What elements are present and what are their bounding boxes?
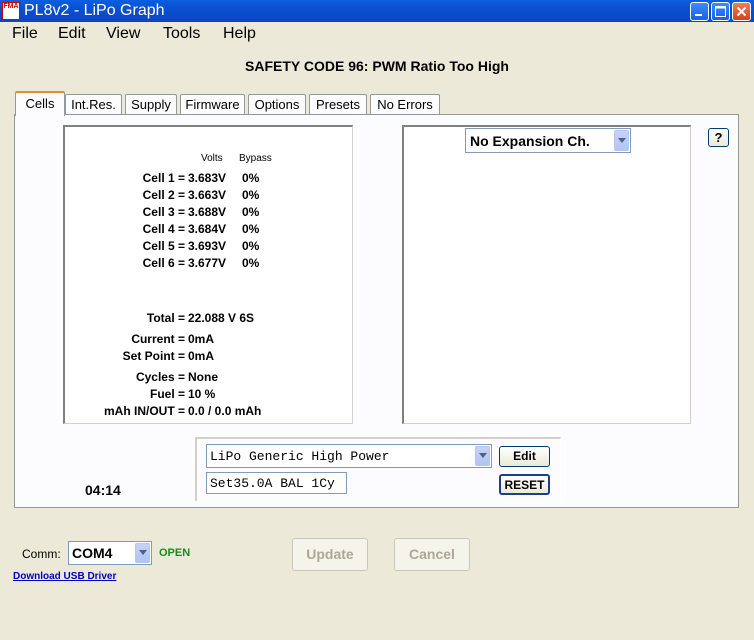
cell-1-label: Cell 1 = (142, 171, 185, 185)
cell-5-label: Cell 5 = (142, 239, 185, 253)
cycles-value: None (188, 370, 218, 384)
comm-port-select[interactable]: COM4 (68, 541, 152, 565)
cell-2-voltage: 3.663V (188, 188, 227, 202)
menu-file[interactable]: File (12, 25, 38, 43)
update-button[interactable]: Update (292, 538, 368, 571)
window-title: PL8v2 - LiPo Graph (24, 2, 165, 19)
menu-help[interactable]: Help (223, 25, 256, 43)
bypass-header: Bypass (239, 153, 272, 164)
edit-preset-button[interactable]: Edit (499, 446, 550, 467)
cells-panel: Volts Bypass Cell 1 = 3.683V 0% Cell 2 =… (63, 125, 353, 424)
cell-2-bypass: 0% (242, 188, 260, 202)
tab-firmware[interactable]: Firmware (180, 94, 245, 114)
set-point-value: 0mA (188, 349, 215, 363)
mah-value: 0.0 / 0.0 mAh (188, 404, 262, 418)
mah-label: mAh IN/OUT = (103, 404, 185, 418)
chevron-down-icon (139, 550, 147, 555)
expansion-channel-select[interactable]: No Expansion Ch. (465, 128, 631, 153)
fuel-label: Fuel = (149, 387, 185, 401)
expansion-channel-value: No Expansion Ch. (470, 133, 590, 149)
title-bar[interactable]: FMA PL8v2 - LiPo Graph (0, 0, 754, 22)
chevron-down-icon (479, 453, 487, 458)
minimize-icon (695, 14, 702, 16)
set-point-label: Set Point = (122, 349, 185, 363)
cell-4-label: Cell 4 = (142, 222, 185, 236)
preset-summary: Set35.0A BAL 1Cy (210, 476, 335, 491)
menu-bar: File Edit View Tools Help (0, 22, 754, 46)
cell-6-bypass: 0% (242, 256, 260, 270)
current-label: Current = (131, 332, 185, 346)
tab-cells[interactable]: Cells (15, 91, 65, 116)
close-button[interactable] (732, 2, 751, 21)
close-icon (736, 6, 747, 17)
menu-view[interactable]: View (106, 25, 140, 43)
total-label: Total = (146, 311, 185, 325)
chevron-down-icon (618, 137, 626, 143)
cell-3-voltage: 3.688V (188, 205, 227, 219)
cell-6-label: Cell 6 = (142, 256, 185, 270)
cell-4-voltage: 3.684V (188, 222, 227, 236)
minimize-button[interactable] (690, 2, 709, 21)
cell-3-bypass: 0% (242, 205, 260, 219)
preset-summary-field: Set35.0A BAL 1Cy (206, 472, 347, 494)
download-usb-driver-link[interactable]: Download USB Driver (13, 571, 116, 582)
cycles-label: Cycles = (135, 370, 185, 384)
preset-value: LiPo Generic High Power (210, 449, 390, 464)
preset-dropdown-arrow[interactable] (475, 446, 490, 466)
reset-button[interactable]: RESET (499, 474, 550, 495)
cell-3-label: Cell 3 = (142, 205, 185, 219)
cell-5-bypass: 0% (242, 239, 260, 253)
current-value: 0mA (188, 332, 215, 346)
tab-presets[interactable]: Presets (309, 94, 367, 114)
maximize-icon (715, 6, 726, 17)
cell-5-voltage: 3.693V (188, 239, 227, 253)
elapsed-timer: 04:14 (85, 482, 121, 498)
comm-dropdown-arrow[interactable] (135, 543, 150, 563)
comm-label: Comm: (22, 547, 61, 561)
maximize-button[interactable] (711, 2, 730, 21)
menu-edit[interactable]: Edit (58, 25, 86, 43)
cell-4-bypass: 0% (242, 222, 260, 236)
tab-no-errors[interactable]: No Errors (370, 94, 440, 114)
total-value: 22.088 V 6S (188, 311, 255, 325)
cell-1-voltage: 3.683V (188, 171, 227, 185)
safety-code-message: SAFETY CODE 96: PWM Ratio Too High (245, 58, 509, 74)
tab-supply[interactable]: Supply (125, 94, 177, 114)
cell-1-bypass: 0% (242, 171, 260, 185)
menu-tools[interactable]: Tools (163, 25, 200, 43)
app-logo-icon: FMA (2, 2, 20, 20)
cancel-button[interactable]: Cancel (394, 538, 470, 571)
tab-options[interactable]: Options (248, 94, 306, 114)
comm-port-value: COM4 (72, 545, 113, 561)
fuel-value: 10 % (188, 387, 216, 401)
tab-int-res[interactable]: Int.Res. (65, 94, 122, 114)
volts-header: Volts (201, 153, 223, 164)
expansion-dropdown-arrow[interactable] (614, 130, 629, 151)
cell-2-label: Cell 2 = (142, 188, 185, 202)
cell-6-voltage: 3.677V (188, 256, 227, 270)
expansion-panel: No Expansion Ch. (402, 125, 691, 424)
comm-status: OPEN (159, 547, 191, 559)
preset-select[interactable]: LiPo Generic High Power (206, 444, 492, 468)
help-button[interactable]: ? (708, 128, 729, 147)
